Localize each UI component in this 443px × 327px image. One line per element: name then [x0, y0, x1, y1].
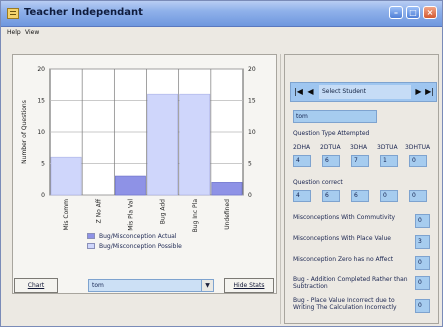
x-tick-label-5: Undefined — [224, 199, 231, 230]
question-type-heading: Question Type Attempted — [293, 130, 370, 137]
mis-zero-label: Misconception Zero has no Affect — [293, 256, 394, 263]
y-tick-left-5: 5 — [41, 161, 45, 168]
select-student-field[interactable]: Select Student — [319, 85, 411, 99]
menu-view[interactable]: View — [25, 29, 39, 36]
bar-possible-4 — [179, 93, 211, 196]
correct-3dhtua[interactable]: 0 — [409, 190, 427, 202]
next-record-icon[interactable]: ▶ — [413, 86, 424, 98]
bug-addition-value[interactable]: 0 — [415, 276, 430, 290]
menu-bar: Help View — [1, 28, 442, 39]
window-title: Teacher Independant — [24, 7, 143, 18]
attempted-3dha[interactable]: 7 — [351, 155, 369, 167]
hide-stats-button[interactable]: Hide Stats — [224, 278, 274, 293]
correct-3dha[interactable]: 6 — [351, 190, 369, 202]
student-combo[interactable]: tom ▼ — [88, 279, 214, 292]
maximize-icon[interactable]: □ — [406, 6, 420, 19]
student-navigator: |◀ ◀ Select Student ▶ ▶| — [290, 82, 437, 102]
student-name-field[interactable]: tom — [293, 110, 377, 123]
correct-2dha[interactable]: 4 — [293, 190, 311, 202]
title-bar[interactable]: Teacher Independant – □ × — [1, 1, 442, 27]
chevron-down-icon[interactable]: ▼ — [201, 280, 213, 291]
y-tick-left-20: 20 — [37, 66, 45, 73]
x-tick-label-1: Z No Aff — [95, 198, 102, 223]
legend-swatch-actual — [87, 233, 95, 239]
mis-zero-value[interactable]: 0 — [415, 256, 430, 270]
correct-2dtua[interactable]: 6 — [322, 190, 340, 202]
mis-commutivity-value[interactable]: 0 — [415, 214, 430, 228]
col-2dtua: 2DTUA — [320, 144, 341, 151]
col-3dtua: 3DTUA — [377, 144, 398, 151]
legend-label-possible: Bug/Misconception Possible — [99, 243, 182, 250]
y-tick-right-20: 20 — [248, 66, 256, 73]
y-axis-label: Number of Questions — [21, 100, 28, 164]
x-tick-label-2: Mis Pla Val — [127, 199, 134, 231]
attempted-3dhtua[interactable]: 0 — [409, 155, 427, 167]
bug-place-value-label: Bug - Place Value Incorrect due to Writi… — [293, 297, 397, 311]
y-tick-left-10: 10 — [37, 129, 45, 136]
attempted-2dha[interactable]: 4 — [293, 155, 311, 167]
col-3dha: 3DHA — [350, 144, 368, 151]
bar-possible-3 — [147, 93, 178, 196]
chart-button[interactable]: Chart — [14, 278, 58, 293]
menu-help[interactable]: Help — [7, 29, 21, 36]
student-combo-value: tom — [92, 282, 104, 289]
correct-3dtua[interactable]: 0 — [380, 190, 398, 202]
y-tick-right-15: 15 — [248, 98, 256, 105]
stats-panel: |◀ ◀ Select Student ▶ ▶| tom Question Ty… — [284, 54, 439, 324]
bar-actual-2 — [115, 175, 146, 196]
question-correct-heading: Question correct — [293, 179, 343, 186]
panel-divider — [280, 54, 281, 324]
bug-addition-label: Bug - Addition Completed Rather than Sub… — [293, 276, 408, 290]
x-tick-label-0: Mis Comm — [63, 199, 70, 231]
close-icon[interactable]: × — [423, 6, 437, 19]
attempted-3dtua[interactable]: 1 — [380, 155, 398, 167]
col-2dha: 2DHA — [293, 144, 311, 151]
x-tick-label-4: Bug Inc Pla — [192, 199, 199, 233]
mis-place-value-label: Misconceptions With Place Value — [293, 235, 391, 242]
bug-place-value-value[interactable]: 0 — [415, 299, 430, 313]
minimize-icon[interactable]: – — [389, 6, 403, 19]
misconception-chart: 0 0 5 5 10 10 15 15 20 20 Mis Comm Z No Aff Mis Pla … — [21, 66, 256, 233]
y-tick-left-15: 15 — [37, 98, 45, 105]
y-tick-right-10: 10 — [248, 129, 256, 136]
chart-panel: 0 0 5 5 10 10 15 15 20 20 Mis Comm Z No Aff Mis Pla … — [12, 54, 277, 294]
x-tick-label-3: Bug Add — [160, 199, 167, 224]
prev-record-icon[interactable]: ◀ — [305, 86, 316, 98]
col-3dhtua: 3DHTUA — [405, 144, 431, 151]
attempted-2dtua[interactable]: 6 — [322, 155, 340, 167]
first-record-icon[interactable]: |◀ — [293, 86, 304, 98]
y-tick-left-0: 0 — [41, 192, 45, 199]
app-window: Teacher Independant – □ × Help View 0055… — [0, 0, 443, 327]
bar-possible-0 — [50, 156, 82, 196]
app-icon — [7, 8, 19, 19]
y-tick-right-5: 5 — [248, 161, 252, 168]
last-record-icon[interactable]: ▶| — [424, 86, 435, 98]
mis-place-value-value[interactable]: 3 — [415, 235, 430, 249]
y-tick-right-0: 0 — [248, 192, 252, 199]
mis-commutivity-label: Misconceptions With Commutivity — [293, 214, 396, 221]
legend-swatch-possible — [87, 243, 95, 249]
legend-label-actual: Bug/Misconception Actual — [99, 233, 177, 240]
client-area: 0 0 5 5 10 10 15 15 20 20 Mis Comm Z No Aff Mis Pla … — [2, 40, 441, 326]
bar-actual-5 — [211, 182, 243, 196]
